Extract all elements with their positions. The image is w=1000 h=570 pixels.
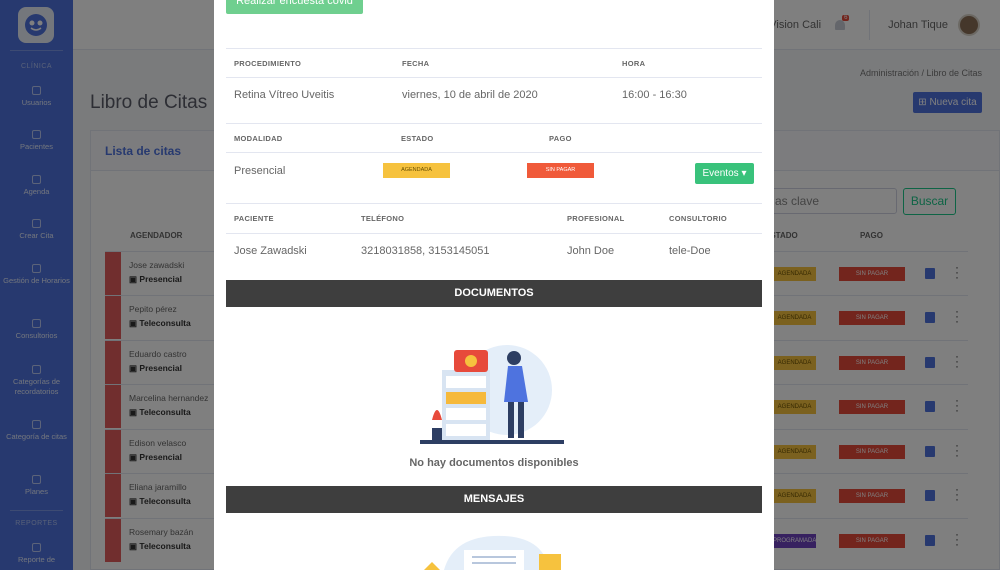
messages-section-title: MENSAJES [226, 486, 762, 513]
value-paciente: Jose Zawadski [234, 245, 307, 257]
events-label: Eventos [702, 168, 739, 179]
appointment-detail-modal: Realizar encuesta covid PROCEDIMIENTO FE… [214, 0, 774, 570]
divider [226, 203, 762, 204]
caret-down-icon: ▾ [741, 168, 747, 179]
label-fecha: FECHA [402, 59, 430, 68]
divider [226, 77, 762, 78]
label-modalidad: MODALIDAD [234, 134, 283, 143]
empty-documents-text: No hay documentos disponibles [409, 457, 579, 469]
divider [226, 233, 762, 234]
value-profesional: John Doe [567, 245, 615, 257]
covid-survey-button[interactable]: Realizar encuesta covid [226, 0, 363, 14]
messages-illustration [424, 535, 561, 570]
value-consultorio: tele-Doe [669, 245, 711, 257]
label-estado: ESTADO [401, 134, 434, 143]
label-procedimiento: PROCEDIMIENTO [234, 59, 302, 68]
value-fecha: viernes, 10 de abril de 2020 [402, 89, 538, 101]
value-telefono: 3218031858, 3153145051 [361, 245, 490, 257]
label-consultorio: CONSULTORIO [669, 214, 728, 223]
label-telefono: TELÉFONO [361, 214, 405, 223]
value-modalidad: Presencial [234, 165, 286, 177]
label-paciente: PACIENTE [234, 214, 274, 223]
payment-badge: SIN PAGAR [527, 163, 594, 178]
label-hora: HORA [622, 59, 646, 68]
empty-documents-illustration [420, 345, 564, 444]
divider [226, 48, 762, 49]
value-procedimiento: Retina Vítreo Uveitis [234, 89, 335, 101]
events-dropdown-button[interactable]: Eventos ▾ [695, 163, 754, 184]
label-pago: PAGO [549, 134, 572, 143]
value-hora: 16:00 - 16:30 [622, 89, 687, 101]
status-badge: AGENDADA [383, 163, 450, 178]
divider [226, 123, 762, 124]
label-profesional: PROFESIONAL [567, 214, 625, 223]
divider [226, 152, 762, 153]
documents-section-title: DOCUMENTOS [226, 280, 762, 307]
